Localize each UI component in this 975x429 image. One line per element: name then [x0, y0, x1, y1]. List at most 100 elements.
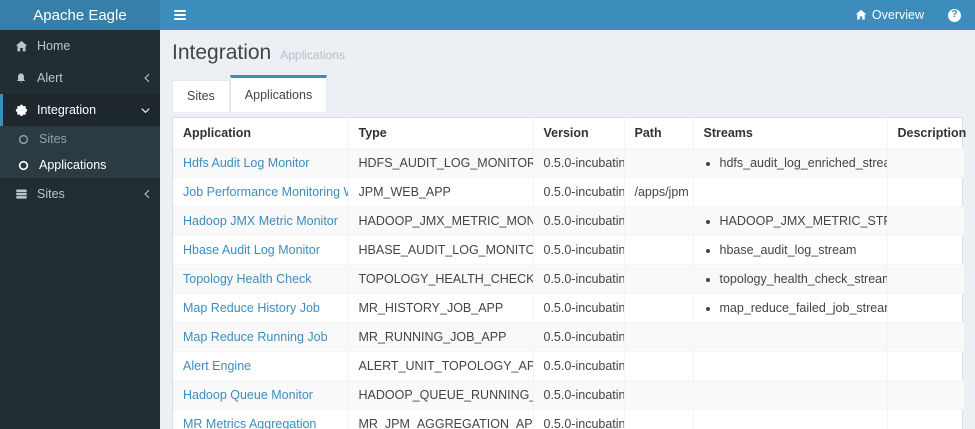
application-link[interactable]: Map Reduce History Job — [183, 301, 320, 315]
top-navbar: Apache Eagle Overview ? — [0, 0, 975, 30]
application-link[interactable]: Alert Engine — [183, 359, 251, 373]
sidebar-item-sites[interactable]: Sites — [0, 178, 160, 210]
sidebar-item-alert[interactable]: Alert — [0, 62, 160, 94]
streams-cell — [692, 177, 888, 207]
version-cell: 0.5.0-incubating — [532, 148, 625, 178]
home-icon — [14, 40, 28, 53]
page-title: Integration — [172, 41, 272, 64]
sidebar-subitem-sites[interactable]: Sites — [0, 126, 160, 152]
sidebar-subitem-label: Applications — [39, 158, 107, 172]
application-link[interactable]: Job Performance Monitoring Web — [183, 185, 347, 199]
application-link[interactable]: Topology Health Check — [183, 272, 312, 286]
application-link[interactable]: Hdfs Audit Log Monitor — [183, 156, 309, 170]
streams-cell — [692, 380, 888, 410]
streams-list: hbase_audit_log_stream — [704, 243, 877, 257]
tab-bar: Sites Applications — [172, 75, 963, 112]
description-cell — [886, 351, 964, 381]
version-cell: 0.5.0-incubating — [532, 293, 625, 323]
application-link[interactable]: Hadoop JMX Metric Monitor — [183, 214, 338, 228]
type-cell: JPM_WEB_APP — [347, 177, 534, 207]
stream-item: hdfs_audit_log_enriched_stream — [720, 156, 887, 170]
path-cell — [623, 148, 694, 178]
table-row: MR Metrics Aggregation MR_JPM_AGGREGATIO… — [173, 409, 964, 429]
navbar-main: Overview ? — [160, 0, 975, 30]
table-row: Job Performance Monitoring Web JPM_WEB_A… — [173, 177, 964, 207]
page-subtitle: Applications — [280, 48, 345, 62]
type-cell: HBASE_AUDIT_LOG_MONITOR — [347, 235, 534, 265]
path-cell — [623, 206, 694, 236]
streams-cell: hdfs_audit_log_enriched_stream — [692, 148, 888, 178]
stream-item: hbase_audit_log_stream — [720, 243, 877, 257]
sidebar-item-label: Home — [37, 39, 71, 53]
sidebar: Home Alert Integration Sites Application… — [0, 30, 160, 429]
column-header-description: Description — [886, 118, 966, 149]
circle-o-icon — [16, 134, 30, 145]
type-cell: HDFS_AUDIT_LOG_MONITOR_APP — [347, 148, 534, 178]
chevron-left-icon — [144, 189, 150, 199]
chevron-left-icon — [144, 73, 150, 83]
application-cell: Topology Health Check — [173, 264, 349, 294]
application-cell: Job Performance Monitoring Web — [173, 177, 349, 207]
application-link[interactable]: MR Metrics Aggregation — [183, 417, 316, 429]
hamburger-icon — [174, 14, 186, 16]
path-cell — [623, 409, 694, 429]
description-cell — [886, 293, 964, 323]
streams-list: map_reduce_failed_job_stream — [704, 301, 887, 315]
applications-table: Application Type Version Path Streams De… — [173, 118, 966, 429]
page-header: Integration Applications — [172, 41, 963, 65]
streams-cell: topology_health_check_stream — [692, 264, 888, 294]
description-cell — [886, 235, 964, 265]
type-cell: MR_RUNNING_JOB_APP — [347, 322, 534, 352]
table-row: Hadoop JMX Metric Monitor HADOOP_JMX_MET… — [173, 206, 964, 236]
stream-item: map_reduce_failed_job_stream — [720, 301, 887, 315]
application-link[interactable]: Hadoop Queue Monitor — [183, 388, 313, 402]
tab-sites[interactable]: Sites — [172, 80, 230, 112]
type-cell: MR_JPM_AGGREGATION_APP — [347, 409, 534, 429]
application-cell: Hadoop JMX Metric Monitor — [173, 206, 349, 236]
sidebar-item-integration[interactable]: Integration — [0, 94, 160, 126]
column-header-streams: Streams — [692, 118, 888, 149]
sidebar-subitem-applications[interactable]: Applications — [0, 152, 160, 178]
application-cell: Hdfs Audit Log Monitor — [173, 148, 349, 178]
table-row: Hdfs Audit Log Monitor HDFS_AUDIT_LOG_MO… — [173, 148, 964, 178]
type-cell: MR_HISTORY_JOB_APP — [347, 293, 534, 323]
path-cell — [623, 380, 694, 410]
brand-logo[interactable]: Apache Eagle — [0, 0, 160, 30]
overview-link[interactable]: Overview — [845, 0, 934, 30]
home-icon — [855, 9, 867, 20]
application-link[interactable]: Hbase Audit Log Monitor — [183, 243, 320, 257]
sidebar-item-label: Integration — [37, 103, 97, 117]
application-cell: Hbase Audit Log Monitor — [173, 235, 349, 265]
application-cell: Hadoop Queue Monitor — [173, 380, 349, 410]
type-cell: ALERT_UNIT_TOPOLOGY_APP — [347, 351, 534, 381]
help-button[interactable]: ? — [934, 0, 975, 30]
table-header: Application Type Version Path Streams De… — [173, 118, 966, 149]
table-row: Alert Engine ALERT_UNIT_TOPOLOGY_APP 0.5… — [173, 351, 964, 381]
stream-item: HADOOP_JMX_METRIC_STREAM — [720, 214, 887, 228]
column-header-version: Version — [532, 118, 625, 149]
main-content: Integration Applications Sites Applicati… — [160, 30, 975, 429]
version-cell: 0.5.0-incubating — [532, 264, 625, 294]
streams-cell — [692, 322, 888, 352]
version-cell: 0.5.0-incubating — [532, 351, 625, 381]
table-row: Map Reduce Running Job MR_RUNNING_JOB_AP… — [173, 322, 964, 352]
streams-list: topology_health_check_stream — [704, 272, 887, 286]
tab-applications[interactable]: Applications — [229, 75, 328, 112]
path-cell — [623, 293, 694, 323]
streams-list: hdfs_audit_log_enriched_stream — [704, 156, 887, 170]
table-row: Hadoop Queue Monitor HADOOP_QUEUE_RUNNIN… — [173, 380, 964, 410]
overview-label: Overview — [871, 8, 924, 22]
type-cell: HADOOP_QUEUE_RUNNING_APP — [347, 380, 534, 410]
description-cell — [886, 206, 964, 236]
streams-cell: map_reduce_failed_job_stream — [692, 293, 888, 323]
streams-cell: hbase_audit_log_stream — [692, 235, 888, 265]
version-cell: 0.5.0-incubating — [532, 409, 625, 429]
hamburger-icon — [174, 10, 186, 12]
circle-o-icon — [16, 160, 30, 171]
sidebar-item-home[interactable]: Home — [0, 30, 160, 62]
version-cell: 0.5.0-incubating — [532, 380, 625, 410]
description-cell — [886, 264, 964, 294]
application-link[interactable]: Map Reduce Running Job — [183, 330, 328, 344]
sidebar-toggle-button[interactable] — [160, 0, 200, 30]
description-cell — [886, 177, 964, 207]
